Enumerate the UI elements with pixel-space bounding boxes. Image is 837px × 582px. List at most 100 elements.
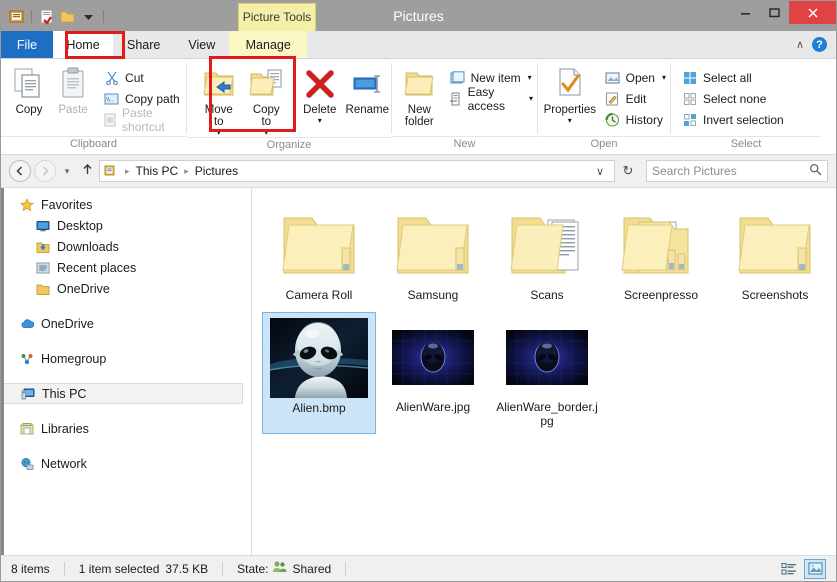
sidebar-item-libraries[interactable]: Libraries <box>1 418 251 439</box>
sidebar-item-recent-places[interactable]: Recent places <box>1 257 251 278</box>
search-icon[interactable] <box>809 163 822 179</box>
refresh-button[interactable]: ↻ <box>618 160 638 182</box>
status-selection: 1 item selected <box>78 561 160 576</box>
close-button[interactable] <box>789 1 836 24</box>
help-icon[interactable]: ? <box>812 37 827 52</box>
properties-caret-icon[interactable]: ▾ <box>568 117 572 125</box>
open-caret-icon[interactable]: ▾ <box>662 74 666 82</box>
list-item-label: Screenshots <box>741 288 809 302</box>
ribbon-tab-row: File Home Share View Manage ∧ ? <box>1 31 836 59</box>
copy-to-button[interactable]: Copy to ▾ <box>243 65 291 137</box>
tab-manage[interactable]: Manage <box>229 31 308 58</box>
back-button[interactable] <box>9 160 31 182</box>
breadcrumb-pictures[interactable]: Pictures <box>195 164 238 178</box>
sidebar-item-desktop[interactable]: Desktop <box>1 215 251 236</box>
sidebar-label-recent-places: Recent places <box>57 260 137 275</box>
status-divider-3 <box>345 561 347 576</box>
list-item[interactable]: Screenpresso <box>604 200 718 308</box>
window-controls <box>731 1 836 31</box>
large-icons-view-icon[interactable] <box>804 558 826 579</box>
edit-button[interactable]: Edit <box>600 88 670 109</box>
tab-file[interactable]: File <box>1 31 53 58</box>
paste-icon <box>57 67 89 101</box>
sidebar-item-onedrive-favorite[interactable]: OneDrive <box>1 278 251 299</box>
delete-button[interactable]: Delete ▾ <box>296 65 344 125</box>
cut-label: Cut <box>125 70 144 85</box>
delete-caret-icon[interactable]: ▾ <box>318 117 322 125</box>
copy-to-label: Copy to <box>252 104 280 128</box>
organize-group-label: Organize <box>187 137 391 154</box>
up-button[interactable] <box>78 163 96 179</box>
new-item-caret-icon[interactable]: ▾ <box>528 74 532 82</box>
sidebar-item-onedrive[interactable]: OneDrive <box>1 313 251 334</box>
list-item[interactable]: Camera Roll <box>262 200 376 308</box>
search-input[interactable]: Search Pictures <box>652 164 737 178</box>
select-none-button[interactable]: Select none <box>677 88 788 109</box>
easy-access-button[interactable]: Easy access ▾ <box>445 85 537 113</box>
select-none-icon <box>681 91 698 107</box>
paste-shortcut-label: Paste shortcut <box>122 105 165 134</box>
paste-button[interactable]: Paste <box>51 65 95 116</box>
downloads-icon <box>35 239 51 255</box>
tab-share[interactable]: Share <box>113 31 174 58</box>
sidebar-label-homegroup: Homegroup <box>41 351 107 366</box>
sidebar-item-this-pc[interactable]: This PC <box>1 383 243 404</box>
list-item[interactable]: Scans <box>490 200 604 308</box>
history-button[interactable]: History <box>600 109 670 130</box>
folder-with-documents-icon <box>504 204 590 286</box>
list-item[interactable]: Alien.bmp <box>262 312 376 434</box>
sidebar-item-favorites[interactable]: Favorites <box>1 194 251 215</box>
new-item-label: New item <box>470 70 521 85</box>
list-item[interactable]: Samsung <box>376 200 490 308</box>
file-list-view[interactable]: Camera Roll Samsung Scans Screenpresso S… <box>252 188 836 555</box>
paste-shortcut-button[interactable]: Paste shortcut <box>99 106 186 134</box>
move-to-caret-icon[interactable]: ▾ <box>217 129 221 137</box>
open-label: Open <box>625 70 655 85</box>
search-box[interactable]: Search Pictures <box>646 160 828 182</box>
open-button[interactable]: Open ▾ <box>600 67 670 88</box>
tab-view[interactable]: View <box>174 31 229 58</box>
cloud-icon <box>19 316 35 332</box>
forward-button[interactable] <box>34 160 56 182</box>
copy-icon <box>11 67 47 101</box>
easy-access-caret-icon[interactable]: ▾ <box>529 95 533 103</box>
properties-icon <box>554 67 586 101</box>
sidebar-item-homegroup[interactable]: Homegroup <box>1 348 251 369</box>
address-bar[interactable]: ▸ This PC ▸ Pictures ∨ <box>99 160 615 182</box>
move-to-button[interactable]: Move to ▾ <box>195 65 243 137</box>
picture-tools-contextual-tab[interactable]: Picture Tools <box>238 3 316 31</box>
list-item-label: AlienWare_border.jpg <box>496 400 598 428</box>
select-group-label: Select <box>671 136 821 154</box>
properties-button[interactable]: Properties ▾ <box>542 65 598 125</box>
ribbon-group-new: New folder New item ▾ Easy access ▾ New <box>392 59 537 154</box>
sidebar-item-downloads[interactable]: Downloads <box>1 236 251 257</box>
invert-selection-button[interactable]: Invert selection <box>677 109 788 130</box>
status-state: State: Shared <box>237 560 345 577</box>
sidebar-label-desktop: Desktop <box>57 218 103 233</box>
new-group-label: New <box>392 136 537 154</box>
cut-button[interactable]: Cut <box>99 67 186 88</box>
rename-button[interactable]: Rename <box>344 65 392 116</box>
tab-home[interactable]: Home <box>53 31 113 58</box>
copy-to-caret-icon[interactable]: ▾ <box>264 129 268 137</box>
recent-locations-icon[interactable]: ▾ <box>59 166 75 177</box>
edit-icon <box>604 91 621 107</box>
minimize-button[interactable] <box>731 1 760 24</box>
list-item[interactable]: Screenshots <box>718 200 832 308</box>
move-to-label: Move to <box>204 104 233 128</box>
breadcrumb-this-pc[interactable]: This PC <box>136 164 179 178</box>
address-dropdown-icon[interactable]: ∨ <box>590 160 610 182</box>
select-all-button[interactable]: Select all <box>677 67 788 88</box>
view-mode-buttons <box>778 558 836 579</box>
homegroup-icon <box>19 351 35 367</box>
list-item-label: Samsung <box>407 288 459 302</box>
collapse-ribbon-icon[interactable]: ∧ <box>796 38 804 51</box>
list-item[interactable]: AlienWare_border.jpg <box>490 312 604 434</box>
list-item[interactable]: AlienWare.jpg <box>376 312 490 434</box>
copy-button[interactable]: Copy <box>7 65 51 116</box>
new-folder-button[interactable]: New folder <box>398 65 441 128</box>
details-view-icon[interactable] <box>778 559 800 579</box>
sidebar-item-network[interactable]: Network <box>1 453 251 474</box>
maximize-button[interactable] <box>760 1 789 24</box>
select-none-label: Select none <box>703 91 767 106</box>
